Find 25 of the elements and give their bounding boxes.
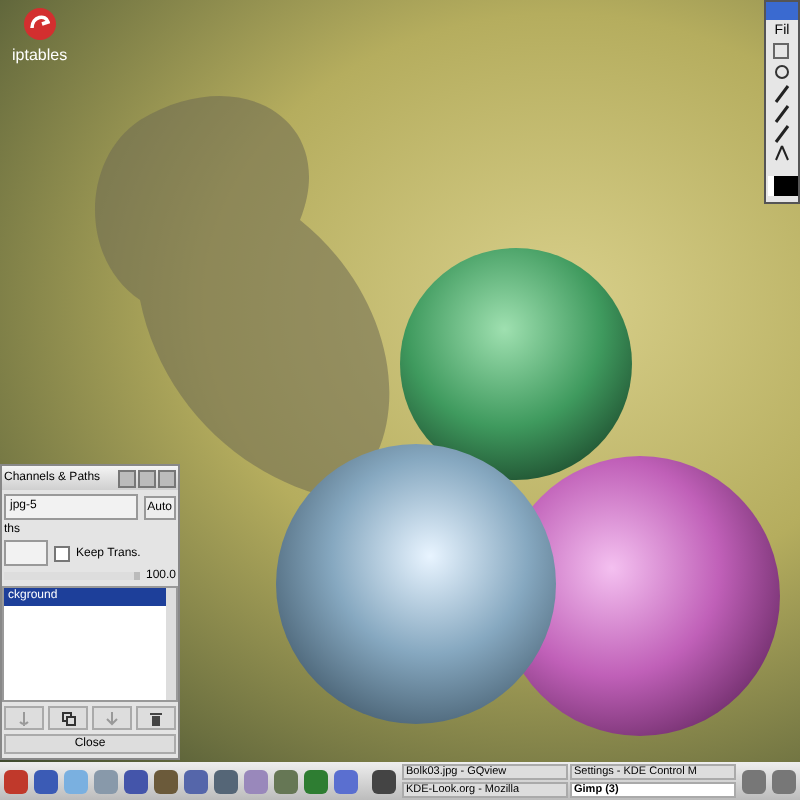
launcher-icon[interactable] <box>304 769 328 793</box>
app-icon[interactable] <box>21 6 58 42</box>
launcher-icon[interactable] <box>4 769 28 793</box>
launcher-icon[interactable] <box>154 769 178 793</box>
launcher-icon[interactable] <box>184 769 208 793</box>
launcher-icon[interactable] <box>214 769 238 793</box>
close-icon[interactable] <box>158 469 176 487</box>
duplicate-icon[interactable] <box>61 711 75 725</box>
maximize-icon[interactable] <box>138 469 156 487</box>
keep-trans-checkbox[interactable] <box>54 545 70 561</box>
trash-icon[interactable] <box>150 711 162 725</box>
color-swatch[interactable] <box>767 176 797 196</box>
down-arrow-icon[interactable] <box>106 711 118 725</box>
launcher-icon[interactable] <box>244 769 268 793</box>
launcher-icon[interactable] <box>334 769 358 793</box>
mode-dropdown[interactable] <box>4 540 48 566</box>
launcher-icon[interactable] <box>124 769 148 793</box>
launcher-icon[interactable] <box>94 769 118 793</box>
minimize-icon[interactable] <box>118 469 136 487</box>
launcher-icon[interactable] <box>34 769 58 793</box>
launcher-icon[interactable] <box>274 769 298 793</box>
title-bar <box>766 2 798 20</box>
desktop-icon-label[interactable]: iptables <box>12 46 68 64</box>
scrollbar[interactable] <box>166 588 176 700</box>
tool-icons-drawing[interactable] <box>772 42 792 162</box>
